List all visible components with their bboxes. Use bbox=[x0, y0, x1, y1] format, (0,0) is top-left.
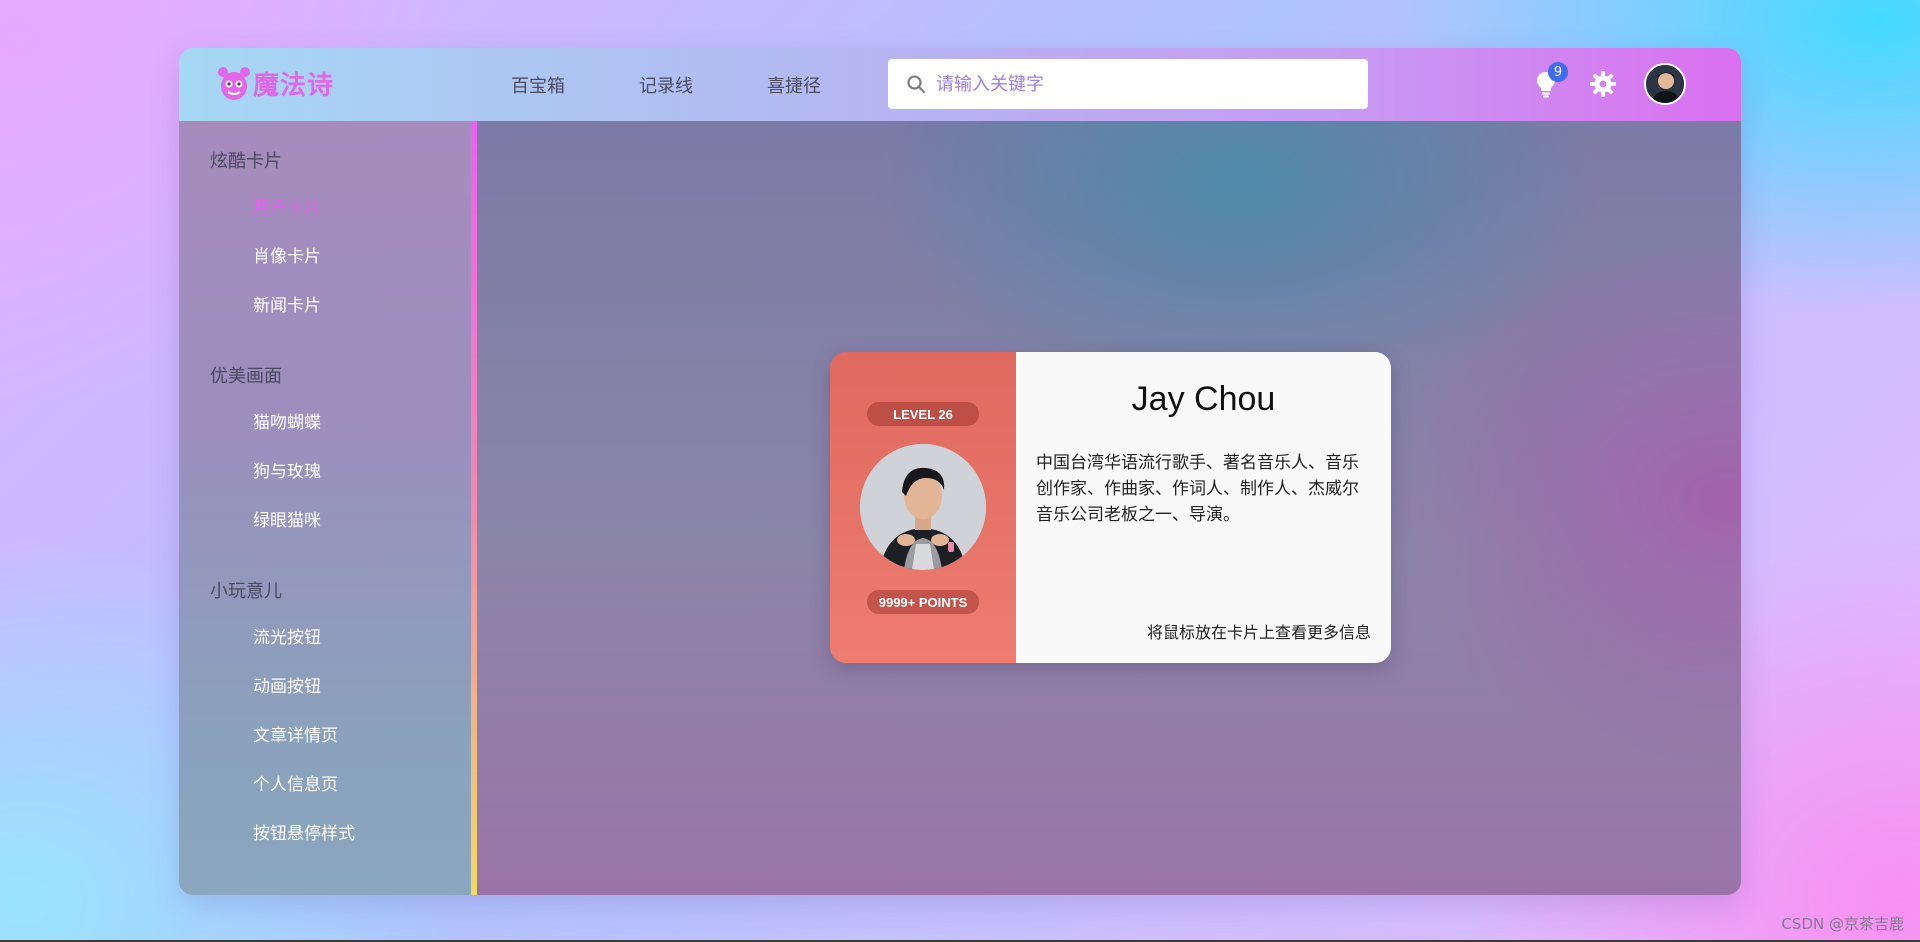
card-user-name: Jay Chou bbox=[1131, 380, 1276, 418]
sidebar-group-cool-cards[interactable]: 炫酷卡片 bbox=[210, 147, 282, 173]
brand-name: 魔法诗 bbox=[253, 70, 335, 101]
sidebar-group-gadgets[interactable]: 小玩意儿 bbox=[210, 577, 282, 603]
gear-icon[interactable] bbox=[1589, 70, 1617, 98]
card-right-panel: Jay Chou 中国台湾华语流行歌手、著名音乐人、音乐创作家、作曲家、作词人、… bbox=[1016, 352, 1391, 663]
sidebar-item-button-hover[interactable]: 按钮悬停样式 bbox=[253, 819, 355, 844]
sidebar-item-news-card[interactable]: 新闻卡片 bbox=[253, 291, 321, 316]
level-badge: LEVEL 26 bbox=[867, 402, 979, 426]
nav-xijiejing[interactable]: 喜捷径 bbox=[767, 72, 821, 98]
sidebar-item-dog-rose[interactable]: 狗与玫瑰 bbox=[253, 457, 321, 482]
points-badge: 9999+ POINTS bbox=[867, 590, 979, 614]
sidebar-item-glow-button[interactable]: 流光按钮 bbox=[253, 623, 321, 648]
top-nav: 百宝箱 记录线 喜捷径 bbox=[511, 48, 895, 121]
sidebar-item-green-eye-cat[interactable]: 绿眼猫咪 bbox=[253, 506, 321, 531]
sidebar-item-portrait-card[interactable]: 肖像卡片 bbox=[253, 242, 321, 267]
sidebar: 炫酷卡片 用户卡片 肖像卡片 新闻卡片 优美画面 猫吻蝴蝶 狗与玫瑰 绿眼猫咪 … bbox=[179, 121, 471, 895]
brand-logo[interactable]: 魔法诗 bbox=[217, 64, 334, 102]
card-hover-hint: 将鼠标放在卡片上查看更多信息 bbox=[1146, 623, 1371, 642]
card-left-panel: LEVEL 26 9999+ POINTS bbox=[830, 352, 1016, 663]
user-profile-card[interactable]: LEVEL 26 9999+ POINTS Jay Chou 中国台湾华语流行歌… bbox=[830, 352, 1391, 663]
sidebar-item-article-detail[interactable]: 文章详情页 bbox=[253, 721, 338, 746]
portrait-icon bbox=[860, 444, 986, 570]
sidebar-item-cat-butterfly[interactable]: 猫吻蝴蝶 bbox=[253, 408, 321, 433]
watermark: CSDN @京茶吉鹿 bbox=[1781, 915, 1904, 933]
sidebar-item-profile-page[interactable]: 个人信息页 bbox=[253, 770, 338, 795]
notification-badge: 9 bbox=[1548, 62, 1568, 82]
search-box bbox=[888, 59, 1368, 109]
profile-photo bbox=[860, 444, 986, 570]
search-input[interactable] bbox=[936, 73, 1336, 95]
sidebar-item-user-card[interactable]: 用户卡片 bbox=[253, 193, 321, 218]
top-header: 魔法诗 百宝箱 记录线 喜捷径 9 bbox=[179, 48, 1741, 121]
nav-jiluxian[interactable]: 记录线 bbox=[639, 72, 693, 98]
nav-baibaoxiang[interactable]: 百宝箱 bbox=[511, 72, 565, 98]
card-description: 中国台湾华语流行歌手、著名音乐人、音乐创作家、作曲家、作词人、制作人、杰威尔音乐… bbox=[1036, 453, 1359, 525]
search-icon bbox=[907, 75, 925, 93]
monster-logo-icon bbox=[218, 67, 250, 100]
sidebar-item-animated-button[interactable]: 动画按钮 bbox=[253, 672, 321, 697]
sidebar-group-beautiful-scenes[interactable]: 优美画面 bbox=[210, 362, 282, 388]
avatar-portrait-icon bbox=[1646, 65, 1684, 103]
user-avatar[interactable] bbox=[1644, 63, 1686, 105]
